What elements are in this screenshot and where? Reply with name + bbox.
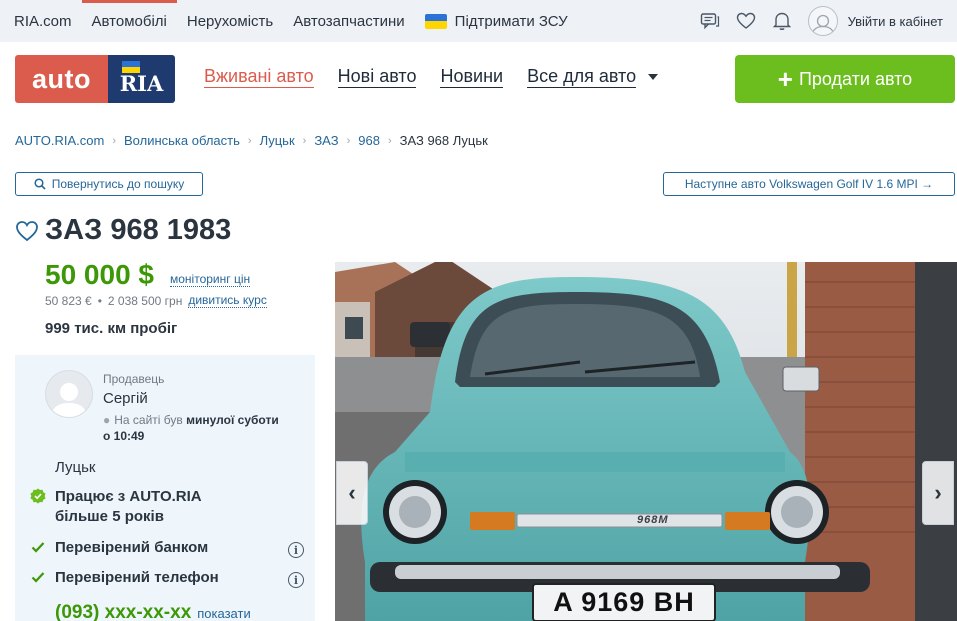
top-nav-ria[interactable]: RIA.com: [14, 0, 82, 42]
seller-seen-day: минулої суботи: [186, 413, 279, 427]
nav-all-for-car[interactable]: Все для авто: [527, 66, 637, 88]
verified-badge-icon: [30, 488, 46, 504]
search-icon: [34, 178, 46, 190]
back-to-search-label: Повернутись до пошуку: [51, 177, 185, 191]
chevron-right-icon: ›: [934, 480, 942, 505]
nav-used-cars[interactable]: Вживані авто: [204, 66, 314, 88]
top-nav-parts[interactable]: Автозапчастини: [283, 0, 414, 42]
breadcrumb-separator-icon: ›: [247, 134, 252, 147]
top-nav-support[interactable]: Підтримати ЗСУ: [415, 0, 578, 42]
top-bar: RIA.com Автомобілі Нерухомість Автозапча…: [0, 0, 957, 42]
listing-title: ЗАЗ 968 1983: [45, 214, 232, 246]
seller-phone: (093) xxx-xx-xx показати: [55, 602, 251, 621]
license-plate: A 9169 BH: [553, 587, 695, 617]
nav-new-cars[interactable]: Нові авто: [337, 66, 417, 88]
favorites-heart-icon[interactable]: [736, 11, 756, 31]
seller-name: Сергій: [103, 390, 148, 407]
breadcrumb-item[interactable]: 968: [358, 133, 380, 148]
feature-phone-label: Перевірений телефон: [55, 569, 219, 586]
photo-prev-button[interactable]: ‹: [336, 461, 368, 525]
seller-seen-time: о 10:49: [103, 429, 145, 443]
price-usd: 50 000 $: [45, 259, 154, 290]
seller-last-seen: ● На сайті був минулої суботи о 10:49: [103, 412, 303, 444]
plus-icon: +: [777, 64, 793, 94]
sell-car-label: Продати авто: [798, 68, 913, 89]
nav-news[interactable]: Новини: [440, 66, 504, 88]
seller-city: Луцьк: [55, 459, 96, 476]
car-photo[interactable]: 968M A 9169 BH: [335, 262, 957, 621]
logo-ria-text: RIA: [119, 71, 164, 96]
ukraine-flag-icon: [424, 13, 447, 29]
bullet-icon: ●: [103, 413, 111, 427]
user-avatar-icon[interactable]: [807, 6, 838, 36]
price-uah: 2 038 500 грн: [107, 294, 183, 308]
feature-bank-verified: Перевірений банком: [30, 538, 208, 558]
car-badge: 968M: [637, 514, 669, 526]
top-nav-auto[interactable]: Автомобілі: [81, 0, 178, 42]
breadcrumb-item[interactable]: ЗАЗ: [314, 133, 338, 148]
check-icon: [31, 572, 45, 583]
exchange-rate-link[interactable]: дивитись курс: [188, 294, 267, 308]
breadcrumb-separator-icon: ›: [302, 134, 307, 147]
auto-ria-logo[interactable]: auto RIA: [15, 55, 175, 103]
show-phone-link[interactable]: показати: [197, 606, 250, 621]
breadcrumb-item[interactable]: Волинська область: [124, 133, 240, 148]
breadcrumb-separator-icon: ›: [346, 134, 351, 147]
feature-experience-line1: Працює з AUTO.RIA: [55, 488, 202, 505]
info-icon[interactable]: i: [288, 542, 304, 558]
separator-dot: •: [97, 294, 102, 308]
breadcrumb-current: ЗАЗ 968 Луцьк: [399, 133, 488, 148]
logo-ria-block: RIA: [108, 55, 175, 103]
feature-bank-label: Перевірений банком: [55, 539, 209, 556]
seller-card: Продавець Сергій ● На сайті був минулої с…: [15, 355, 315, 621]
mileage: 999 тис. км пробіг: [45, 320, 178, 337]
logo-flag-icon: [122, 61, 140, 73]
breadcrumb-separator-icon: ›: [112, 134, 117, 147]
check-icon: [31, 542, 45, 553]
price-alternatives: 50 823 € • 2 038 500 грн дивитись курс: [45, 294, 267, 308]
chevron-down-icon[interactable]: [648, 74, 659, 80]
top-nav-realty[interactable]: Нерухомість: [177, 0, 283, 42]
messages-icon[interactable]: [700, 11, 720, 31]
notifications-bell-icon[interactable]: [772, 11, 792, 31]
seller-avatar: [45, 370, 93, 418]
back-to-search-button[interactable]: Повернутись до пошуку: [15, 172, 203, 196]
breadcrumb-item[interactable]: Луцьк: [260, 133, 295, 148]
next-car-label: Наступне авто Volkswagen Golf IV 1.6 MPI…: [684, 177, 934, 191]
price-eur: 50 823 €: [45, 294, 92, 308]
chevron-left-icon: ‹: [348, 480, 356, 505]
seller-role: Продавець: [103, 372, 165, 386]
info-icon[interactable]: i: [288, 572, 304, 588]
phone-number: (093) xxx-xx-xx: [55, 602, 192, 621]
photo-next-button[interactable]: ›: [922, 461, 954, 525]
price-monitoring-link[interactable]: моніторинг цін: [170, 272, 251, 287]
top-icons: Увійти в кабінет: [684, 0, 943, 42]
favorite-heart-icon[interactable]: [15, 220, 39, 242]
next-car-button[interactable]: Наступне авто Volkswagen Golf IV 1.6 MPI…: [663, 172, 955, 196]
breadcrumb-separator-icon: ›: [387, 134, 392, 147]
support-label: Підтримати ЗСУ: [454, 12, 568, 30]
sell-car-button[interactable]: + Продати авто: [735, 55, 955, 103]
title-row: ЗАЗ 968 1983: [15, 214, 231, 247]
feature-experience-line2: більше 5 років: [55, 508, 164, 525]
top-nav: RIA.com Автомобілі Нерухомість Автозапча…: [14, 0, 578, 42]
breadcrumb-item[interactable]: AUTO.RIA.com: [15, 133, 104, 148]
logo-auto-text: auto: [15, 55, 108, 103]
main-nav: Вживані авто Нові авто Новини Все для ав…: [204, 66, 659, 88]
breadcrumb: AUTO.RIA.com › Волинська область › Луцьк…: [15, 133, 488, 148]
feature-phone-verified: Перевірений телефон: [30, 568, 219, 588]
login-link[interactable]: Увійти в кабінет: [848, 14, 943, 29]
feature-experience: Працює з AUTO.RIA більше 5 років: [30, 487, 202, 527]
seller-seen-prefix: На сайті був: [114, 413, 187, 427]
